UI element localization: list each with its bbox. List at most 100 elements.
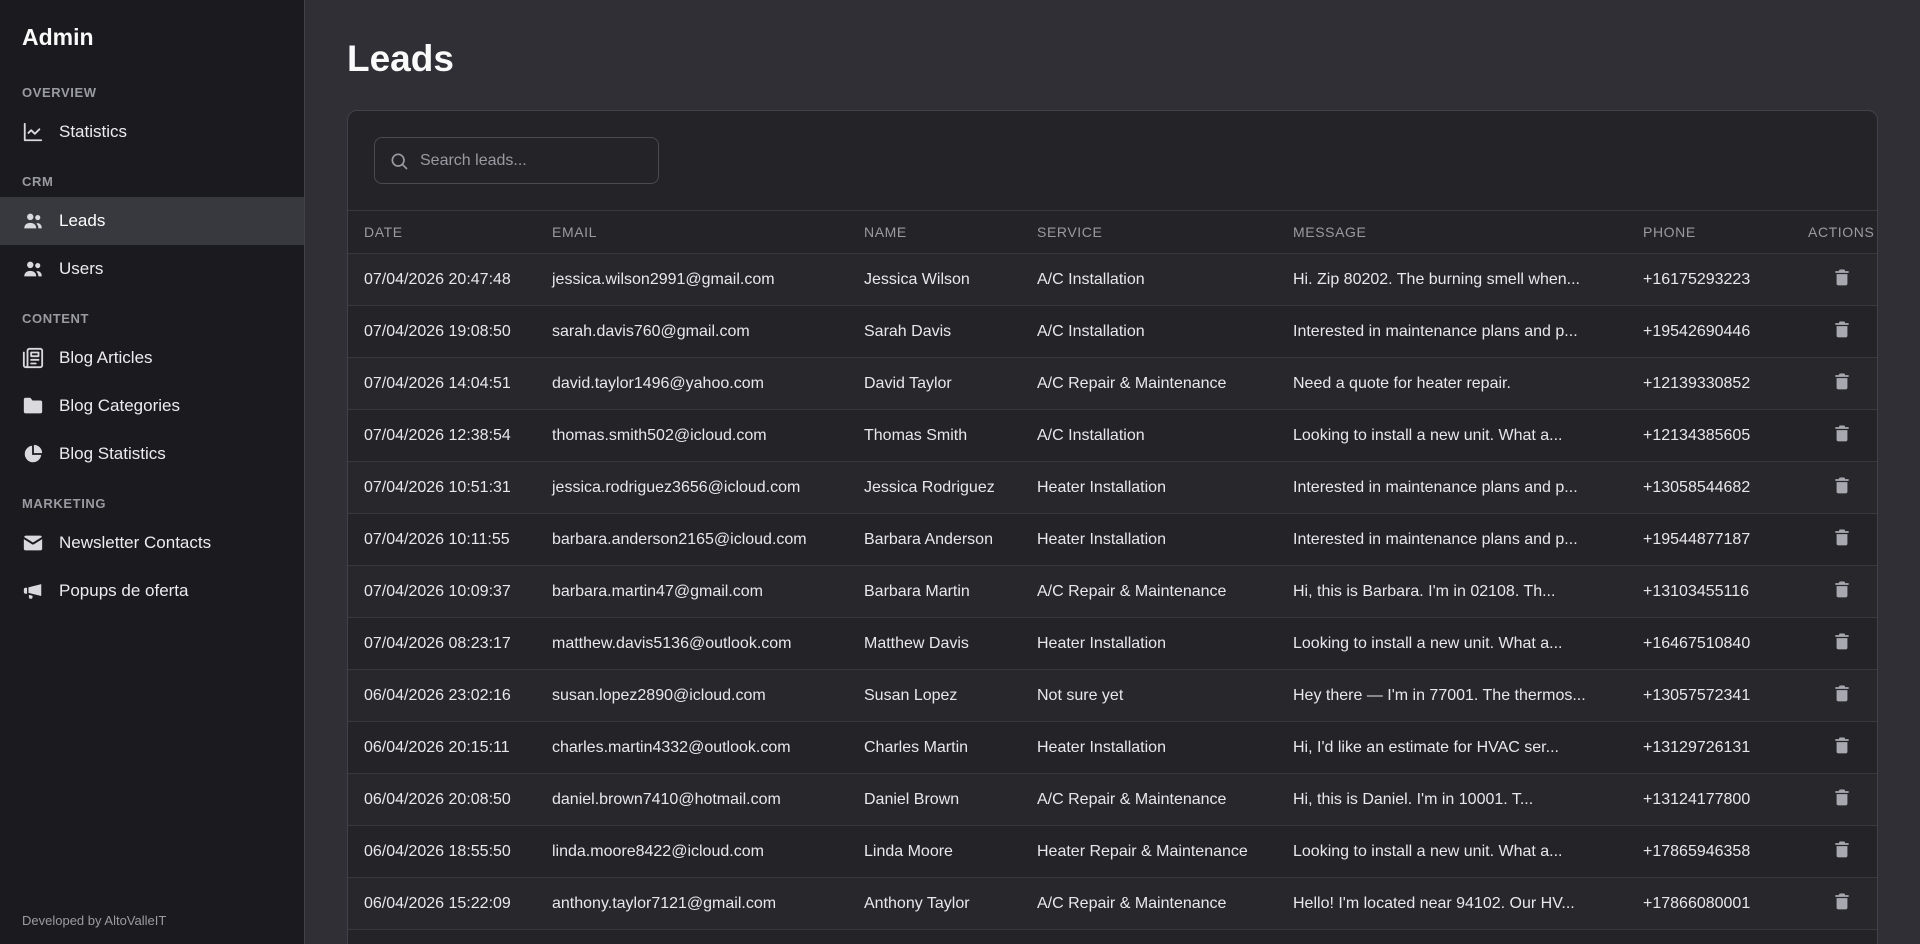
cell-email: sarah.davis760@gmail.com [536, 306, 848, 358]
cell-message: Hi. Zip 80202. The burning smell when... [1277, 254, 1627, 306]
folder-icon [22, 395, 44, 417]
cell-actions [1792, 514, 1877, 566]
cell-service: Heater Installation [1021, 618, 1277, 670]
cell-actions [1792, 774, 1877, 826]
cell-message: Interested in maintenance plans and p... [1277, 306, 1627, 358]
cell-phone: +17865946358 [1627, 826, 1792, 878]
table-footer: 363leads Page 1 of 28 Next [348, 930, 1877, 944]
cell-message: Looking to install a new unit. What a... [1277, 826, 1627, 878]
cell-email: jessica.wilson2991@gmail.com [536, 254, 848, 306]
delete-lead-button[interactable] [1832, 787, 1852, 807]
cell-name: Thomas Smith [848, 410, 1021, 462]
trash-icon [1832, 891, 1852, 911]
cell-service: Heater Installation [1021, 514, 1277, 566]
trash-icon [1832, 475, 1852, 495]
cell-actions [1792, 566, 1877, 618]
trash-icon [1832, 423, 1852, 443]
cell-service: A/C Repair & Maintenance [1021, 774, 1277, 826]
column-header-phone: PHONE [1627, 211, 1792, 254]
table-row: 07/04/2026 10:11:55barbara.anderson2165@… [348, 514, 1877, 566]
delete-lead-button[interactable] [1832, 579, 1852, 599]
trash-icon [1832, 683, 1852, 703]
sidebar-footer-credit: Developed by AltoValleIT [0, 897, 304, 944]
app-title: Admin [0, 0, 304, 67]
sidebar-item-users[interactable]: Users [0, 245, 304, 293]
trash-icon [1832, 267, 1852, 287]
cell-email: david.taylor1496@yahoo.com [536, 358, 848, 410]
users-icon [22, 258, 44, 280]
cell-date: 06/04/2026 18:55:50 [348, 826, 536, 878]
delete-lead-button[interactable] [1832, 891, 1852, 911]
delete-lead-button[interactable] [1832, 423, 1852, 443]
cell-name: Anthony Taylor [848, 878, 1021, 930]
cell-email: thomas.smith502@icloud.com [536, 410, 848, 462]
sidebar-item-label: Blog Categories [59, 396, 180, 416]
sidebar-item-popups-de-oferta[interactable]: Popups de oferta [0, 567, 304, 615]
delete-lead-button[interactable] [1832, 475, 1852, 495]
sidebar-item-blog-categories[interactable]: Blog Categories [0, 382, 304, 430]
delete-lead-button[interactable] [1832, 371, 1852, 391]
sidebar-item-blog-articles[interactable]: Blog Articles [0, 334, 304, 382]
table-row: 07/04/2026 08:23:17matthew.davis5136@out… [348, 618, 1877, 670]
cell-email: anthony.taylor7121@gmail.com [536, 878, 848, 930]
search-input[interactable] [420, 152, 644, 170]
column-header-email: EMAIL [536, 211, 848, 254]
column-header-message: MESSAGE [1277, 211, 1627, 254]
sidebar-nav: OVERVIEWStatisticsCRMLeadsUsersCONTENTBl… [0, 67, 304, 615]
cell-message: Hi, this is Barbara. I'm in 02108. Th... [1277, 566, 1627, 618]
cell-phone: +13057572341 [1627, 670, 1792, 722]
sidebar-item-leads[interactable]: Leads [0, 197, 304, 245]
cell-actions [1792, 254, 1877, 306]
cell-email: susan.lopez2890@icloud.com [536, 670, 848, 722]
cell-service: A/C Installation [1021, 410, 1277, 462]
table-row: 07/04/2026 20:47:48jessica.wilson2991@gm… [348, 254, 1877, 306]
column-header-actions: ACTIONS [1792, 211, 1877, 254]
cell-phone: +13129726131 [1627, 722, 1792, 774]
cell-service: A/C Installation [1021, 254, 1277, 306]
sidebar-item-blog-statistics[interactable]: Blog Statistics [0, 430, 304, 478]
delete-lead-button[interactable] [1832, 839, 1852, 859]
cell-date: 07/04/2026 10:11:55 [348, 514, 536, 566]
table-row: 06/04/2026 15:22:09anthony.taylor7121@gm… [348, 878, 1877, 930]
sidebar-item-label: Newsletter Contacts [59, 533, 211, 553]
cell-date: 06/04/2026 23:02:16 [348, 670, 536, 722]
cell-actions [1792, 722, 1877, 774]
cell-email: daniel.brown7410@hotmail.com [536, 774, 848, 826]
cell-message: Hi, I'd like an estimate for HVAC ser... [1277, 722, 1627, 774]
sidebar-item-label: Users [59, 259, 103, 279]
delete-lead-button[interactable] [1832, 527, 1852, 547]
sidebar-item-newsletter-contacts[interactable]: Newsletter Contacts [0, 519, 304, 567]
cell-date: 07/04/2026 20:47:48 [348, 254, 536, 306]
cell-email: barbara.martin47@gmail.com [536, 566, 848, 618]
cell-actions [1792, 826, 1877, 878]
pie-chart-icon [22, 443, 44, 465]
cell-message: Need a quote for heater repair. [1277, 358, 1627, 410]
table-toolbar [348, 111, 1877, 210]
table-row: 06/04/2026 23:02:16susan.lopez2890@iclou… [348, 670, 1877, 722]
delete-lead-button[interactable] [1832, 735, 1852, 755]
cell-phone: +12139330852 [1627, 358, 1792, 410]
cell-message: Hey there — I'm in 77001. The thermos... [1277, 670, 1627, 722]
cell-phone: +17866080001 [1627, 878, 1792, 930]
delete-lead-button[interactable] [1832, 631, 1852, 651]
cell-email: barbara.anderson2165@icloud.com [536, 514, 848, 566]
cell-date: 07/04/2026 10:51:31 [348, 462, 536, 514]
sidebar: Admin OVERVIEWStatisticsCRMLeadsUsersCON… [0, 0, 305, 944]
leads-card: DATEEMAILNAMESERVICEMESSAGEPHONEACTIONS … [347, 110, 1878, 944]
delete-lead-button[interactable] [1832, 683, 1852, 703]
cell-name: Barbara Anderson [848, 514, 1021, 566]
delete-lead-button[interactable] [1832, 319, 1852, 339]
cell-name: Jessica Rodriguez [848, 462, 1021, 514]
cell-message: Looking to install a new unit. What a... [1277, 410, 1627, 462]
cell-service: Not sure yet [1021, 670, 1277, 722]
cell-date: 06/04/2026 15:22:09 [348, 878, 536, 930]
delete-lead-button[interactable] [1832, 267, 1852, 287]
cell-service: Heater Repair & Maintenance [1021, 826, 1277, 878]
table-row: 06/04/2026 18:55:50linda.moore8422@iclou… [348, 826, 1877, 878]
users-icon [22, 210, 44, 232]
table-row: 07/04/2026 19:08:50sarah.davis760@gmail.… [348, 306, 1877, 358]
cell-actions [1792, 306, 1877, 358]
sidebar-item-statistics[interactable]: Statistics [0, 108, 304, 156]
cell-message: Hi, this is Daniel. I'm in 10001. T... [1277, 774, 1627, 826]
cell-name: Susan Lopez [848, 670, 1021, 722]
